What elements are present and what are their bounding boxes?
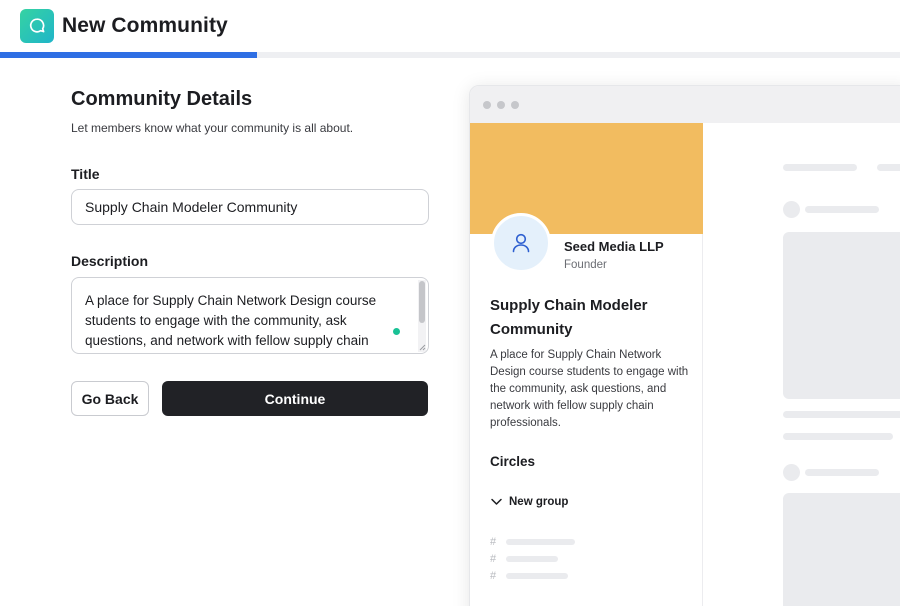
skeleton-line (805, 206, 879, 213)
form-actions: Go Back Continue (71, 381, 428, 416)
progress-fill (0, 52, 257, 58)
channel-item[interactable]: # (490, 553, 558, 565)
channel-placeholder (506, 539, 575, 545)
group-row[interactable]: New group (490, 495, 568, 508)
org-name: Seed Media LLP (564, 239, 664, 254)
hash-icon: # (490, 536, 497, 548)
section-subtitle: Let members know what your community is … (71, 121, 354, 135)
skeleton-card (783, 232, 900, 399)
skeleton-avatar (783, 464, 800, 481)
hash-icon: # (490, 570, 497, 582)
resize-handle-icon[interactable] (418, 343, 426, 351)
skeleton-line (783, 411, 900, 418)
user-icon (512, 233, 530, 253)
chat-bubble-icon (29, 18, 45, 33)
window-dot (511, 100, 519, 109)
grammar-assistant-dot[interactable] (393, 328, 400, 335)
channel-placeholder (506, 573, 568, 579)
skeleton-avatar (783, 201, 800, 218)
title-input[interactable] (71, 189, 429, 225)
page-title: New Community (62, 14, 228, 37)
group-label: New group (509, 495, 569, 508)
description-textarea[interactable]: A place for Supply Chain Network Design … (71, 277, 429, 354)
description-label: Description (71, 253, 149, 269)
section-title: Community Details (71, 88, 253, 110)
scrollbar-thumb[interactable] (419, 281, 425, 323)
skeleton-line (783, 433, 893, 440)
preview-titlebar (470, 86, 900, 123)
title-label: Title (71, 166, 100, 182)
community-name: Supply Chain Modeler Community (490, 297, 648, 338)
channel-item[interactable]: # (490, 536, 575, 548)
app-logo (20, 9, 54, 43)
avatar (491, 213, 551, 273)
description-text[interactable]: A place for Supply Chain Network Design … (85, 291, 395, 351)
go-back-button[interactable]: Go Back (71, 381, 149, 416)
community-description: A place for Supply Chain Network Design … (490, 349, 689, 429)
window-dot (497, 100, 505, 109)
org-role: Founder (564, 259, 607, 271)
window-dot (483, 100, 491, 109)
description-scrollbar[interactable] (418, 280, 426, 352)
channel-placeholder (506, 556, 558, 562)
skeleton-line (877, 164, 900, 171)
community-details-form: Community Details Let members know what … (71, 88, 429, 416)
progress-bar (0, 52, 900, 58)
circles-heading: Circles (490, 454, 536, 469)
skeleton-line (783, 164, 857, 171)
continue-button[interactable]: Continue (162, 381, 428, 416)
app-header: New Community (0, 0, 900, 52)
hash-icon: # (490, 553, 497, 565)
skeleton-card (783, 493, 900, 606)
skeleton-line (805, 469, 879, 476)
community-preview-window: Seed Media LLP Founder Supply Chain Mode… (469, 85, 900, 606)
chevron-down-icon (491, 498, 502, 505)
preview-sidebar: Seed Media LLP Founder Supply Chain Mode… (470, 123, 703, 606)
channel-item[interactable]: # (490, 570, 568, 582)
